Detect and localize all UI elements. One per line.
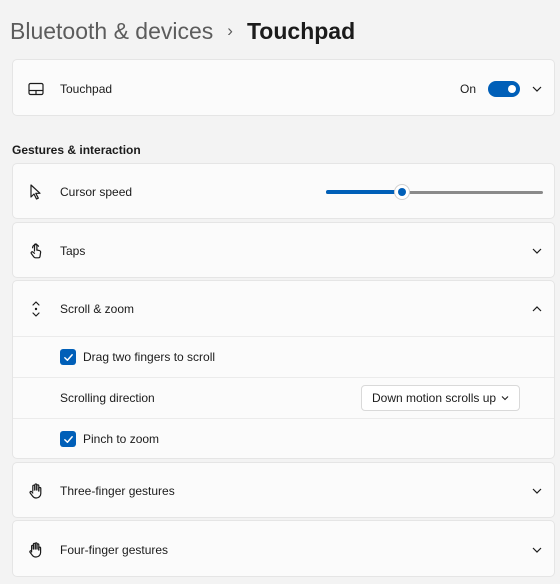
touchpad-toggle[interactable] (488, 80, 520, 97)
cursor-speed-slider[interactable] (326, 184, 543, 200)
scrolling-direction-dropdown[interactable]: Down motion scrolls up (361, 385, 520, 411)
scroll-zoom-header[interactable]: Scroll & zoom (13, 281, 554, 337)
cursor-speed-label: Cursor speed (60, 185, 133, 199)
page-title: Touchpad (246, 17, 356, 44)
scrolling-direction-row: Scrolling direction Down motion scrolls … (13, 378, 554, 418)
scroll-zoom-chevron-up-icon[interactable] (530, 302, 544, 316)
cursor-icon (27, 183, 45, 201)
slider-thumb[interactable] (394, 184, 410, 200)
chevron-down-icon (500, 393, 510, 403)
cursor-speed-card: Cursor speed (12, 163, 555, 219)
four-finger-hand-icon (27, 541, 45, 559)
taps-label: Taps (60, 244, 86, 258)
three-finger-hand-icon (27, 482, 45, 500)
four-finger-card[interactable]: Four-finger gestures (12, 520, 555, 577)
scroll-icon (27, 300, 45, 318)
scroll-zoom-label: Scroll & zoom (60, 302, 135, 316)
pinch-to-zoom-checkbox[interactable] (60, 431, 76, 447)
taps-card[interactable]: Taps (12, 222, 555, 278)
pinch-to-zoom-label: Pinch to zoom (83, 432, 160, 446)
section-title: Gestures & interaction (12, 143, 141, 157)
touchpad-expand-chevron-down-icon[interactable] (530, 82, 544, 96)
breadcrumb-separator: › (227, 21, 233, 40)
taps-chevron-down-icon[interactable] (530, 244, 544, 258)
scrolling-direction-label: Scrolling direction (60, 391, 155, 405)
three-finger-label: Three-finger gestures (60, 484, 175, 498)
touchpad-card[interactable]: Touchpad On (12, 59, 555, 116)
four-finger-chevron-down-icon[interactable] (530, 543, 544, 557)
touchpad-icon (27, 80, 45, 98)
breadcrumb-parent-link[interactable]: Bluetooth & devices (10, 18, 213, 45)
three-finger-card[interactable]: Three-finger gestures (12, 462, 555, 518)
scroll-zoom-card: Scroll & zoom Drag two fingers to scroll… (12, 280, 555, 459)
slider-fill (326, 190, 396, 194)
drag-two-fingers-row: Drag two fingers to scroll (13, 337, 554, 377)
four-finger-label: Four-finger gestures (60, 542, 169, 557)
pinch-to-zoom-row: Pinch to zoom (13, 419, 554, 459)
drag-two-fingers-label: Drag two fingers to scroll (83, 350, 216, 364)
scrolling-direction-value: Down motion scrolls up (372, 391, 497, 405)
three-finger-chevron-down-icon[interactable] (530, 484, 544, 498)
toggle-knob (508, 84, 516, 93)
touchpad-label: Touchpad (60, 81, 113, 96)
toggle-state-label: On (459, 81, 476, 96)
drag-two-fingers-checkbox[interactable] (60, 349, 76, 365)
breadcrumb: Bluetooth & devices › Touchpad (10, 14, 355, 48)
tap-icon (27, 242, 45, 260)
